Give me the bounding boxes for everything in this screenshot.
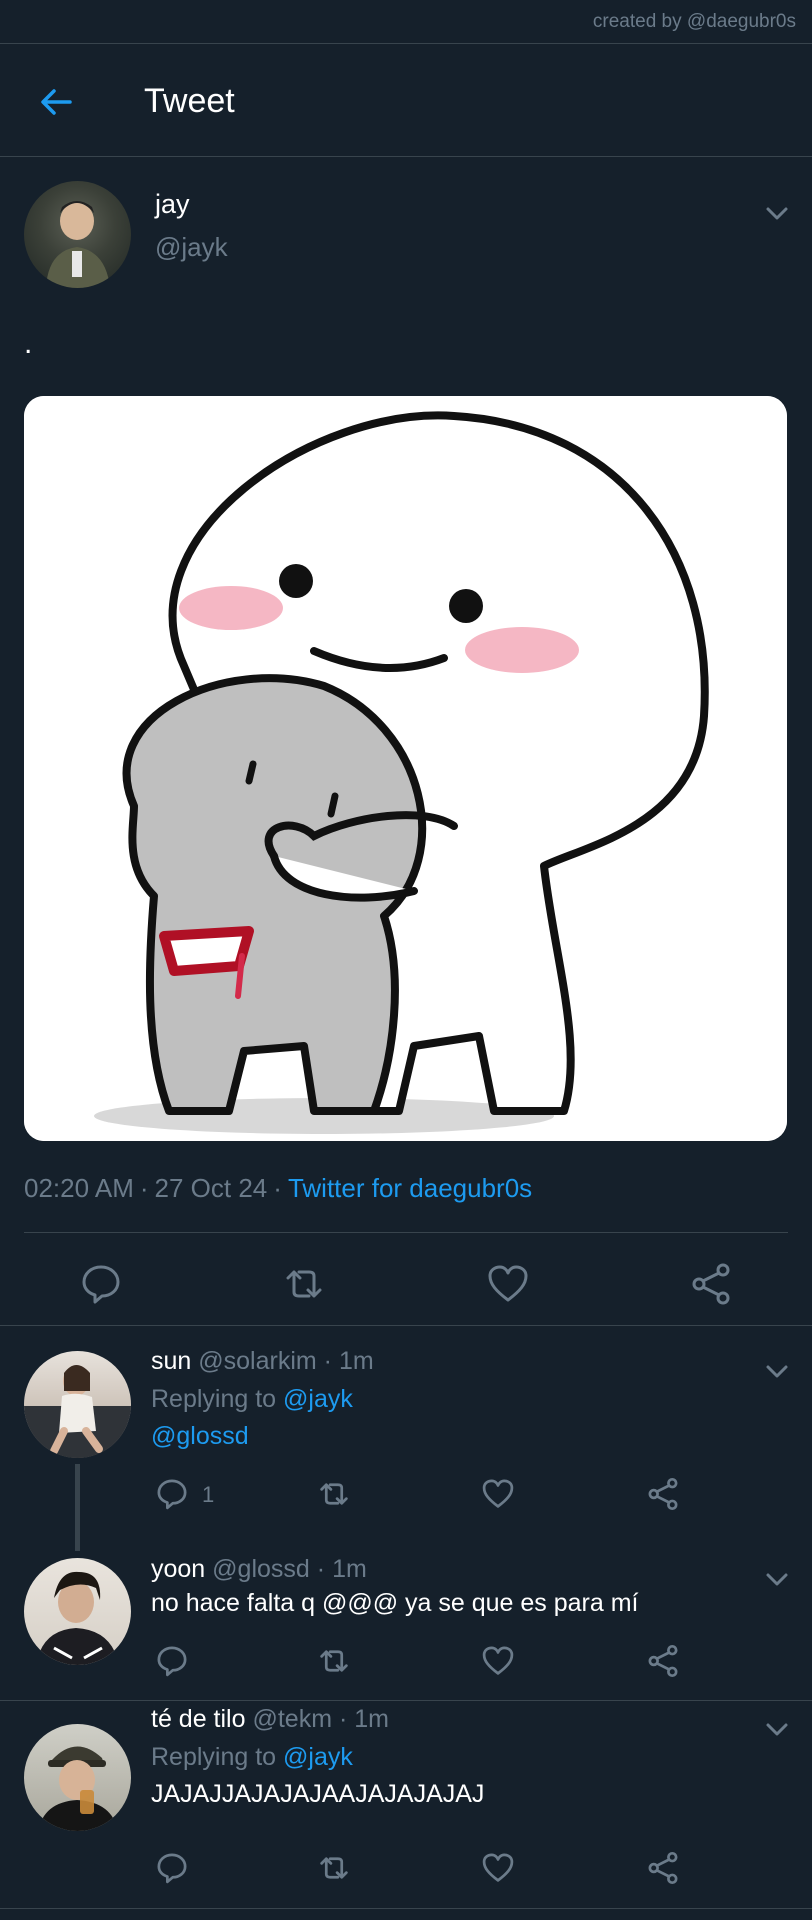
reply-author-handle[interactable]: @tekm	[252, 1705, 332, 1733]
separator: ·	[323, 1347, 332, 1375]
reply-text: no hace falta q @@@ ya se que es para mí	[151, 1589, 639, 1617]
like-heart-icon[interactable]	[481, 1644, 515, 1678]
reply-author-name[interactable]: sun	[151, 1347, 191, 1375]
reply-icon[interactable]	[155, 1644, 189, 1678]
chevron-down-icon[interactable]	[763, 199, 791, 227]
reply-avatar[interactable]	[24, 1351, 131, 1458]
reply-header: té de tilo @tekm · 1m	[151, 1705, 389, 1734]
tweet-time: 02:20 AM	[24, 1173, 134, 1203]
reply-time: 1m	[332, 1555, 367, 1583]
reply-author-name[interactable]: té de tilo	[151, 1705, 246, 1733]
reply-tweet[interactable]: té de tilo @tekm · 1m Replying to @jayk …	[0, 1701, 812, 1908]
replying-to-line: Replying to @jayk	[151, 1743, 353, 1772]
tweet-actions	[0, 1254, 812, 1314]
retweet-icon[interactable]	[317, 1851, 351, 1885]
like-heart-icon[interactable]	[481, 1851, 515, 1885]
back-arrow-icon[interactable]	[36, 82, 76, 122]
divider	[0, 1908, 812, 1909]
author-handle[interactable]: @jayk	[155, 232, 228, 263]
replying-to-label: Replying to	[151, 1385, 277, 1413]
main-tweet: jay @jayk . 02:20 AM · 27 Oct 24 · Twitt…	[0, 157, 812, 1326]
reply-text: JAJAJJAJAJAJAAJAJAJAJAJ	[151, 1780, 485, 1808]
replying-to-label: Replying to	[151, 1743, 277, 1771]
reply-count: 1	[202, 1482, 215, 1507]
reply-icon[interactable]	[155, 1477, 189, 1511]
chevron-down-icon[interactable]	[763, 1715, 791, 1743]
top-bar: Tweet	[0, 44, 812, 157]
chevron-down-icon[interactable]	[763, 1357, 791, 1385]
reply-time: 1m	[338, 1347, 374, 1375]
separator: ·	[338, 1705, 348, 1733]
reply-avatar[interactable]	[24, 1558, 131, 1665]
reply-author-handle[interactable]: @solarkim	[198, 1347, 316, 1375]
reply-tweet[interactable]: yoon @glossd · 1m no hace falta q @@@ ya…	[0, 1551, 812, 1700]
credit-watermark: created by @daegubr0s	[0, 0, 812, 44]
separator: ·	[139, 1173, 149, 1203]
reply-text-mention[interactable]: @glossd	[151, 1422, 249, 1451]
retweet-icon[interactable]	[282, 1262, 326, 1306]
page-title: Tweet	[144, 82, 235, 120]
retweet-icon[interactable]	[317, 1477, 351, 1511]
reply-avatar[interactable]	[24, 1724, 131, 1831]
tweet-source-link[interactable]: Twitter for daegubr0s	[288, 1173, 532, 1203]
reply-header: sun @solarkim · 1m	[151, 1347, 374, 1376]
reply-author-name[interactable]: yoon	[151, 1555, 205, 1583]
reply-time: 1m	[354, 1705, 389, 1733]
like-heart-icon[interactable]	[481, 1477, 515, 1511]
thread-connector	[75, 1464, 80, 1551]
replying-to-mention[interactable]: @jayk	[283, 1385, 353, 1413]
share-icon[interactable]	[646, 1477, 680, 1511]
reply-header: yoon @glossd · 1m	[151, 1555, 367, 1584]
separator: ·	[316, 1555, 326, 1583]
replying-to-line: Replying to @jayk	[151, 1385, 353, 1414]
retweet-icon[interactable]	[317, 1644, 351, 1678]
share-icon[interactable]	[646, 1851, 680, 1885]
chevron-down-icon[interactable]	[763, 1565, 791, 1593]
replying-to-mention[interactable]: @jayk	[283, 1743, 353, 1771]
separator: ·	[273, 1173, 282, 1203]
share-icon[interactable]	[646, 1644, 680, 1678]
reply-icon[interactable]	[79, 1262, 123, 1306]
reply-author-handle[interactable]: @glossd	[212, 1555, 310, 1583]
reply-tweet[interactable]: sun @solarkim · 1m Replying to @jayk @gl…	[0, 1327, 812, 1551]
tweet-date: 27 Oct 24	[154, 1173, 268, 1203]
tweet-image[interactable]	[24, 396, 787, 1141]
author-avatar[interactable]	[24, 181, 131, 288]
like-heart-icon[interactable]	[486, 1262, 530, 1306]
share-icon[interactable]	[689, 1262, 733, 1306]
tweet-text: .	[24, 327, 33, 360]
divider	[24, 1232, 788, 1233]
tweet-meta: 02:20 AM · 27 Oct 24 · Twitter for daegubr0s	[24, 1173, 532, 1204]
reply-icon[interactable]	[155, 1851, 189, 1885]
author-name[interactable]: jay	[155, 189, 190, 220]
